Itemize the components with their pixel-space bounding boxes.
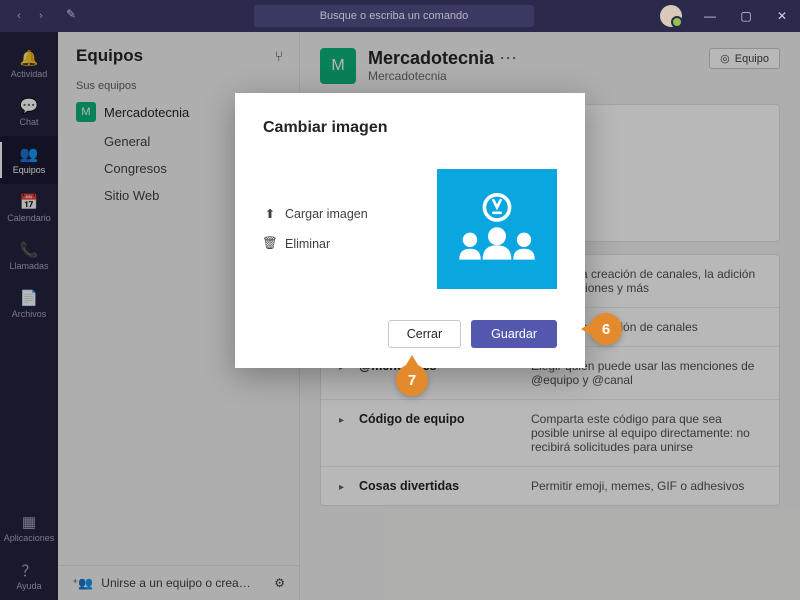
callout-6: 6 (590, 313, 622, 345)
delete-image-action[interactable]: 🗑 Eliminar (263, 237, 368, 251)
title-bar: ‹ › ✎ Busque o escriba un comando — ▢ ✕ (0, 0, 800, 32)
callout-7: 7 (396, 364, 428, 396)
change-image-dialog: Cambiar imagen ⬆ Cargar imagen 🗑 Elimina… (235, 93, 585, 368)
group-lightbulb-icon (452, 184, 542, 274)
window-maximize-button[interactable]: ▢ (728, 0, 764, 32)
window-minimize-button[interactable]: — (692, 0, 728, 32)
nav-back-button[interactable]: ‹ (10, 7, 28, 25)
upload-icon: ⬆ (263, 207, 277, 221)
search-input[interactable]: Busque o escriba un comando (254, 5, 534, 27)
window-close-button[interactable]: ✕ (764, 0, 800, 32)
upload-image-action[interactable]: ⬆ Cargar imagen (263, 207, 368, 221)
trash-icon: 🗑 (263, 237, 277, 251)
upload-label: Cargar imagen (285, 207, 368, 221)
image-preview (437, 169, 557, 289)
new-message-icon[interactable]: ✎ (66, 7, 84, 25)
close-button[interactable]: Cerrar (388, 320, 461, 348)
user-avatar[interactable] (660, 5, 682, 27)
dialog-title: Cambiar imagen (263, 119, 557, 137)
save-button[interactable]: Guardar (471, 320, 557, 348)
delete-label: Eliminar (285, 237, 330, 251)
nav-forward-button[interactable]: › (32, 7, 50, 25)
